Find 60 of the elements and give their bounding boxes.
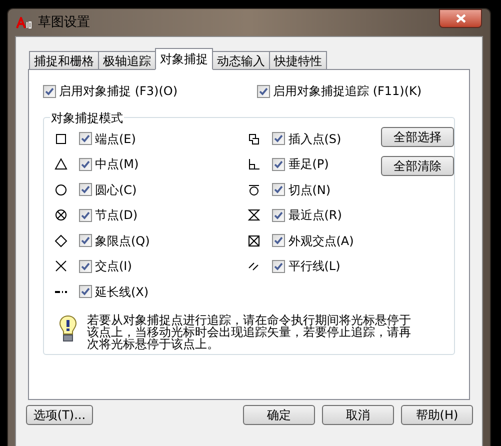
mode-label: 圆心(C) [95, 182, 137, 199]
checkbox[interactable] [43, 84, 56, 98]
lightbulb-icon [59, 314, 77, 342]
checkbox[interactable] [272, 260, 286, 273]
center-marker-icon [54, 182, 68, 197]
tab[interactable]: 极轴追踪 [98, 51, 156, 70]
node-marker-icon [54, 208, 68, 222]
window-title: 草图设置 [38, 14, 90, 32]
mode-label: 平行线(L) [288, 258, 340, 276]
checkbox[interactable] [79, 158, 92, 171]
checkbox[interactable] [272, 132, 286, 146]
hint-text: 若要从对象捕捉点进行追踪，请在命令执行期间将光标悬停于该点上，当移动光标时会出现追踪矢量，若要停止追踪，请再次将光标悬停于该点上。 [87, 314, 412, 350]
intersection-marker-icon [54, 259, 68, 274]
tangent-marker-icon [247, 182, 262, 197]
option-label: 启用对象捕捉 (F3)(O) [59, 83, 178, 100]
mode-label: 节点(D) [95, 207, 138, 224]
dialog-button[interactable]: 确定 [243, 405, 315, 425]
close-button[interactable] [439, 9, 482, 28]
mode-label: 最近点(R) [288, 207, 342, 224]
checkbox[interactable] [272, 183, 286, 196]
app-logo-icon [16, 16, 32, 28]
mode-label: 垂足(P) [288, 156, 329, 174]
tab[interactable]: 捕捉和栅格 [29, 51, 99, 70]
midpoint-marker-icon [54, 157, 68, 172]
checkbox[interactable] [272, 158, 286, 171]
insertion-marker-icon [247, 132, 262, 146]
close-icon [456, 14, 466, 23]
quadrant-marker-icon [54, 234, 68, 248]
option-label: 启用对象捕捉追踪 (F11)(K) [273, 83, 422, 100]
apparent-marker-icon [247, 234, 262, 248]
clear-all-button[interactable]: 全部清除 [381, 156, 454, 176]
checkbox[interactable] [257, 84, 270, 98]
checkbox[interactable] [79, 260, 92, 273]
tab[interactable]: 对象捕捉 [155, 48, 213, 70]
options-button[interactable]: 选项(T)... [26, 405, 93, 425]
checkbox[interactable] [79, 132, 92, 146]
checkbox[interactable] [272, 234, 286, 248]
dialog-button[interactable]: 取消 [322, 405, 394, 425]
mode-label: 插入点(S) [288, 130, 342, 148]
nearest-marker-icon [247, 208, 262, 222]
checkbox[interactable] [272, 208, 286, 222]
mode-label: 延长线(X) [95, 284, 149, 301]
tab[interactable]: 快捷特性 [269, 51, 327, 70]
dialog-button[interactable]: 帮助(H) [401, 405, 473, 425]
mode-label: 交点(I) [95, 258, 132, 276]
select-all-button[interactable]: 全部选择 [381, 127, 454, 147]
mode-label: 象限点(Q) [95, 232, 150, 250]
checkbox[interactable] [79, 234, 92, 248]
mode-label: 外观交点(A) [288, 232, 354, 250]
endpoint-marker-icon [54, 132, 68, 146]
extension-marker-icon [55, 290, 67, 293]
mode-label: 切点(N) [288, 182, 331, 199]
tab[interactable]: 动态输入 [212, 51, 270, 70]
mode-label: 端点(E) [95, 130, 136, 148]
checkbox[interactable] [79, 208, 92, 222]
group-title: 对象捕捉模式 [50, 109, 124, 127]
perpendicular-marker-icon [247, 157, 262, 172]
checkbox[interactable] [79, 183, 92, 196]
mode-label: 中点(M) [95, 156, 139, 174]
checkbox[interactable] [79, 285, 92, 298]
